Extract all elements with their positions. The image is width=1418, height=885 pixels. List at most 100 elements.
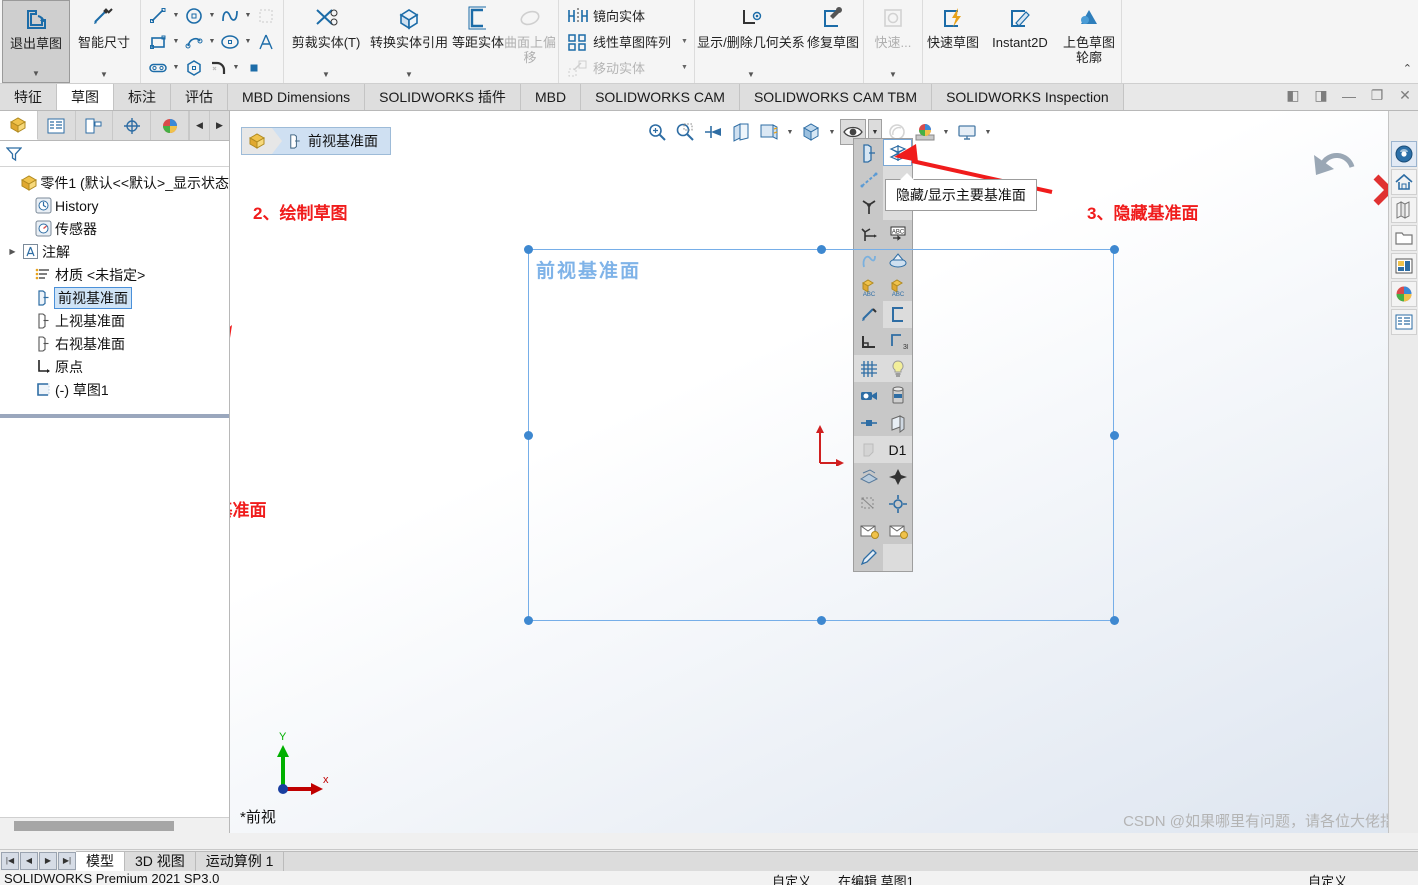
smart-dimension-button[interactable]: 智能尺寸 ▼ <box>70 0 138 83</box>
feature-tree-hscrollbar[interactable] <box>0 817 229 833</box>
view-orientation-icon[interactable] <box>756 119 782 145</box>
instant2d-button[interactable]: Instant2D <box>981 0 1059 83</box>
tab-solidworks-addins[interactable]: SOLIDWORKS 插件 <box>365 84 521 110</box>
view-planes-button[interactable] <box>854 139 883 166</box>
prev-tab-button[interactable]: ◀ <box>20 851 38 870</box>
rectangle-icon[interactable] <box>146 30 170 54</box>
spline-caret[interactable]: ▼ <box>242 12 254 19</box>
exit-sketch-button[interactable]: 退出草图 ▼ <box>2 0 70 83</box>
property-manager-tab[interactable] <box>37 111 76 140</box>
offset-on-surface-button[interactable]: 曲面上偏移 <box>504 0 556 83</box>
shaded-sketch-contours-button[interactable]: 上色草图轮廓 <box>1059 0 1119 83</box>
bottom-tab-model[interactable]: 模型 <box>76 850 125 871</box>
circle-icon[interactable] <box>182 4 206 28</box>
fillet-icon[interactable] <box>206 56 230 80</box>
panel-scroll-left[interactable]: ◀ <box>189 111 209 140</box>
rail-solidworks-resources-button[interactable] <box>1390 141 1417 167</box>
offset-entities-button[interactable]: 等距实体 <box>452 0 504 83</box>
plane-handle-bl[interactable] <box>524 616 533 625</box>
display-manager-tab[interactable] <box>151 111 189 140</box>
view-origin-axis-button[interactable] <box>854 220 883 247</box>
convert-entities-button[interactable]: 转换实体引用 ▼ <box>366 0 452 83</box>
slot-arc-caret[interactable]: ▼ <box>206 38 218 45</box>
chevron-up-icon[interactable]: ⌃ <box>1403 62 1412 75</box>
slot-icon[interactable] <box>146 56 170 80</box>
rail-design-library-button[interactable] <box>1390 169 1417 195</box>
view-origins-button[interactable] <box>854 193 883 220</box>
spline-icon[interactable] <box>218 4 242 28</box>
rectangle-caret[interactable]: ▼ <box>170 38 182 45</box>
hscroll-thumb[interactable] <box>14 821 174 831</box>
rail-view-palette-button[interactable] <box>1390 253 1417 279</box>
text-a-icon[interactable] <box>254 30 278 54</box>
plane-handle-tl[interactable] <box>524 245 533 254</box>
slot-caret[interactable]: ▼ <box>170 64 182 71</box>
dimxpert-manager-tab[interactable] <box>113 111 152 140</box>
display-delete-relations-button[interactable]: 显示/删除几何关系 ▼ <box>697 0 805 83</box>
rail-appearances-button[interactable] <box>1390 281 1417 307</box>
plane-handle-bc[interactable] <box>817 616 826 625</box>
zoom-area-icon[interactable] <box>672 119 698 145</box>
tree-item-front-plane[interactable]: 前视基准面 <box>0 286 229 309</box>
convert-entities-caret[interactable]: ▼ <box>405 70 413 83</box>
polygon-icon[interactable] <box>182 56 206 80</box>
rail-search-button[interactable] <box>1390 225 1417 251</box>
tab-solidworks-cam[interactable]: SOLIDWORKS CAM <box>581 84 740 110</box>
exit-sketch-caret[interactable]: ▼ <box>32 69 40 82</box>
tab-solidworks-cam-tbm[interactable]: SOLIDWORKS CAM TBM <box>739 84 933 110</box>
feature-manager-tab[interactable] <box>0 111 38 140</box>
breadcrumb[interactable]: 前视基准面 <box>241 127 391 155</box>
monitor-caret[interactable]: ▼ <box>982 129 994 136</box>
configuration-manager-tab[interactable] <box>75 111 114 140</box>
bottom-tab-3dviews[interactable]: 3D 视图 <box>125 850 196 871</box>
plane-handle-tr[interactable] <box>1110 245 1119 254</box>
next-tab-button[interactable]: ▶ <box>39 851 57 870</box>
circle-caret[interactable]: ▼ <box>206 12 218 19</box>
tree-item-history[interactable]: History <box>0 194 229 217</box>
plane-handle-tc[interactable] <box>817 245 826 254</box>
plane-handle-ml[interactable] <box>524 431 533 440</box>
point-icon[interactable] <box>242 56 266 80</box>
scene-caret[interactable]: ▼ <box>940 129 952 136</box>
linear-sketch-pattern-caret[interactable]: ▼ <box>671 38 688 45</box>
section-view-icon[interactable] <box>728 119 754 145</box>
last-tab-button[interactable]: ▶| <box>58 851 76 870</box>
plane-handle-mr[interactable] <box>1110 431 1119 440</box>
hide-show-primary-planes-button[interactable] <box>883 139 912 166</box>
move-entities-button[interactable]: 移动实体 ▼ <box>565 55 688 81</box>
tree-item-top-plane[interactable]: 上视基准面 <box>0 309 229 332</box>
view-orientation-caret[interactable]: ▼ <box>784 129 796 136</box>
ellipse-icon[interactable] <box>218 30 242 54</box>
scene-icon[interactable] <box>912 119 938 145</box>
line-caret[interactable]: ▼ <box>170 12 182 19</box>
trim-entities-button[interactable]: 剪裁实体(T) ▼ <box>286 0 366 83</box>
rail-custom-properties-button[interactable] <box>1390 309 1417 335</box>
panel-scroll-right[interactable]: ▶ <box>209 111 229 140</box>
rollback-bar[interactable] <box>0 414 229 418</box>
quick-snaps-caret[interactable]: ▼ <box>889 70 897 83</box>
tree-item-right-plane[interactable]: 右视基准面 <box>0 332 229 355</box>
graphics-area[interactable]: 前视基准面 ▼ ▼ ▼ ▼ ▼ ABC ABC ABC 3 D1 隐藏/显示主要… <box>230 111 1418 833</box>
previous-view-icon[interactable] <box>700 119 726 145</box>
tree-item-annotations[interactable]: ▶ 注解 <box>0 240 229 263</box>
quick-snaps-button[interactable]: 快速... ▼ <box>866 0 920 83</box>
display-delete-relations-caret[interactable]: ▼ <box>747 70 755 83</box>
tab-features[interactable]: 特征 <box>0 84 57 110</box>
rapid-sketch-button[interactable]: 快速草图 <box>925 0 981 83</box>
display-style-icon[interactable] <box>798 119 824 145</box>
tree-item-material[interactable]: 材质 <未指定> <box>0 263 229 286</box>
tree-item-sketch1[interactable]: (-) 草图1 <box>0 378 229 401</box>
tab-evaluate[interactable]: 评估 <box>171 84 228 110</box>
display-style-caret[interactable]: ▼ <box>826 129 838 136</box>
fillet-caret[interactable]: ▼ <box>230 64 242 71</box>
smart-dimension-caret[interactable]: ▼ <box>100 70 108 83</box>
prev-doc-button[interactable]: ◧ <box>1284 87 1302 104</box>
mirror-entities-button[interactable]: 镜向实体 <box>565 3 688 29</box>
tree-expander[interactable]: ▶ <box>6 247 19 256</box>
slot-arc-icon[interactable] <box>182 30 206 54</box>
bottom-tab-motion-study[interactable]: 运动算例 1 <box>195 850 285 871</box>
move-entities-caret[interactable]: ▼ <box>671 64 688 71</box>
tree-item-part[interactable]: 零件1 (默认<<默认>_显示状态 <box>0 171 229 194</box>
feature-tree-filter[interactable] <box>0 141 229 167</box>
rail-file-explorer-button[interactable] <box>1390 197 1417 223</box>
